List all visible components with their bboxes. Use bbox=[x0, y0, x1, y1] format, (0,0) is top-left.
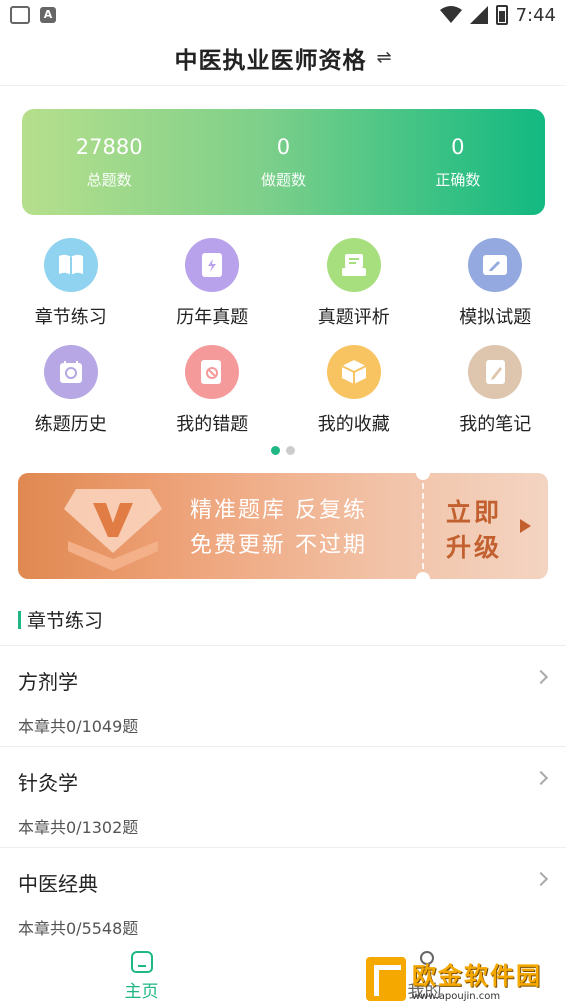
chapter-list: 方剂学 本章共0/1049题 针灸学 本章共0/1302题 中医经典 本章共0/… bbox=[0, 645, 566, 948]
home-icon bbox=[130, 950, 153, 973]
chapter-name: 中医经典 bbox=[18, 872, 98, 896]
feature-wrong-questions[interactable]: 我的错题 bbox=[142, 345, 284, 436]
book-icon bbox=[43, 238, 98, 292]
stat-total-label: 总题数 bbox=[86, 170, 132, 189]
review-icon bbox=[326, 238, 381, 292]
play-arrow-icon bbox=[520, 519, 531, 533]
nav-home-label: 主页 bbox=[124, 981, 159, 1002]
stats-card: 27880 总题数 0 做题数 0 正确数 bbox=[22, 109, 545, 215]
section-accent-bar bbox=[18, 610, 21, 629]
vip-badge-icon bbox=[64, 489, 162, 571]
stat-done-label: 做题数 bbox=[260, 170, 306, 189]
feature-label: 我的错题 bbox=[176, 414, 249, 435]
banner-notch-bottom bbox=[416, 572, 430, 579]
feature-mock-exam[interactable]: 模拟试题 bbox=[425, 238, 566, 329]
stat-done[interactable]: 0 做题数 bbox=[196, 135, 370, 190]
note-icon bbox=[468, 345, 523, 399]
feature-practice-history[interactable]: 练题历史 bbox=[0, 345, 142, 436]
banner-line2: 免费更新 不过期 bbox=[190, 533, 367, 558]
cta-line1: 立即 bbox=[446, 498, 503, 527]
banner-notch-top bbox=[416, 473, 430, 480]
list-item[interactable]: 方剂学 本章共0/1049题 bbox=[0, 645, 566, 746]
section-title: 章节练习 bbox=[27, 610, 104, 632]
watermark-logo-icon bbox=[366, 957, 406, 1001]
status-bar: A 7:44 bbox=[0, 0, 566, 30]
document-icon bbox=[185, 238, 240, 292]
battery-icon bbox=[495, 5, 508, 25]
stat-total[interactable]: 27880 总题数 bbox=[22, 135, 196, 190]
history-icon bbox=[43, 345, 98, 399]
signal-icon bbox=[469, 6, 488, 24]
list-item[interactable]: 针灸学 本章共0/1302题 bbox=[0, 746, 566, 847]
stat-correct-label: 正确数 bbox=[435, 170, 481, 189]
header: 中医执业医师资格 ⇌ bbox=[0, 30, 566, 86]
watermark: 欧金软件园 www.apoujin.com bbox=[366, 956, 560, 1002]
feature-exam-review[interactable]: 真题评析 bbox=[283, 238, 425, 329]
banner-slogan: 精准题库 反复练 免费更新 不过期 bbox=[190, 493, 367, 563]
watermark-name: 欧金软件园 bbox=[412, 962, 542, 990]
stat-correct[interactable]: 0 正确数 bbox=[371, 135, 545, 190]
stat-correct-value: 0 bbox=[451, 134, 465, 159]
status-indicators: 7:44 bbox=[439, 4, 556, 26]
feature-label: 我的笔记 bbox=[459, 414, 532, 435]
nav-home[interactable]: 主页 bbox=[0, 946, 283, 1006]
watermark-url: www.apoujin.com bbox=[412, 991, 501, 1002]
feature-chapter-practice[interactable]: 章节练习 bbox=[0, 238, 142, 329]
feature-notes[interactable]: 我的笔记 bbox=[425, 345, 566, 436]
chapter-count: 本章共0/5548题 bbox=[18, 919, 139, 938]
feature-label: 模拟试题 bbox=[459, 307, 532, 328]
feature-label: 练题历史 bbox=[34, 414, 107, 435]
upgrade-banner[interactable]: 精准题库 反复练 免费更新 不过期 立即 升级 bbox=[18, 473, 548, 579]
chapter-count: 本章共0/1302题 bbox=[18, 818, 139, 837]
chapter-name: 方剂学 bbox=[18, 670, 78, 694]
feature-label: 章节练习 bbox=[34, 307, 107, 328]
wrong-icon bbox=[185, 345, 240, 399]
feature-grid: 章节练习 历年真题 真题评析 模拟试题 练题历史 我的错题 我的收藏 我的笔记 bbox=[0, 238, 566, 436]
list-item[interactable]: 中医经典 本章共0/5548题 bbox=[0, 847, 566, 948]
wifi-icon bbox=[439, 6, 462, 23]
feature-past-exams[interactable]: 历年真题 bbox=[142, 238, 284, 329]
app-notification-icon bbox=[10, 6, 30, 24]
a-notification-icon: A bbox=[40, 7, 56, 23]
stat-total-value: 27880 bbox=[75, 134, 143, 159]
page-dot[interactable] bbox=[286, 446, 295, 455]
feature-label: 真题评析 bbox=[317, 307, 390, 328]
stat-done-value: 0 bbox=[276, 134, 291, 159]
page-indicator bbox=[0, 446, 566, 455]
chapter-name: 针灸学 bbox=[18, 771, 78, 795]
page-title: 中医执业医师资格 bbox=[174, 47, 367, 74]
page-dot-active[interactable] bbox=[271, 446, 280, 455]
banner-line1: 精准题库 反复练 bbox=[190, 498, 367, 523]
box-icon bbox=[326, 345, 381, 399]
banner-divider bbox=[422, 473, 424, 579]
switch-exam-icon[interactable]: ⇌ bbox=[376, 47, 391, 68]
watermark-text: 欧金软件园 www.apoujin.com bbox=[412, 956, 542, 1002]
cta-line2: 升级 bbox=[446, 533, 503, 562]
exam-icon bbox=[468, 238, 523, 292]
feature-label: 历年真题 bbox=[176, 307, 249, 328]
clock: 7:44 bbox=[515, 4, 556, 26]
feature-label: 我的收藏 bbox=[317, 414, 390, 435]
chapter-count: 本章共0/1049题 bbox=[18, 717, 139, 736]
notification-icons: A bbox=[10, 6, 56, 24]
section-header: 章节练习 bbox=[18, 606, 103, 633]
upgrade-button[interactable]: 立即 升级 bbox=[446, 495, 502, 565]
feature-favorites[interactable]: 我的收藏 bbox=[283, 345, 425, 436]
